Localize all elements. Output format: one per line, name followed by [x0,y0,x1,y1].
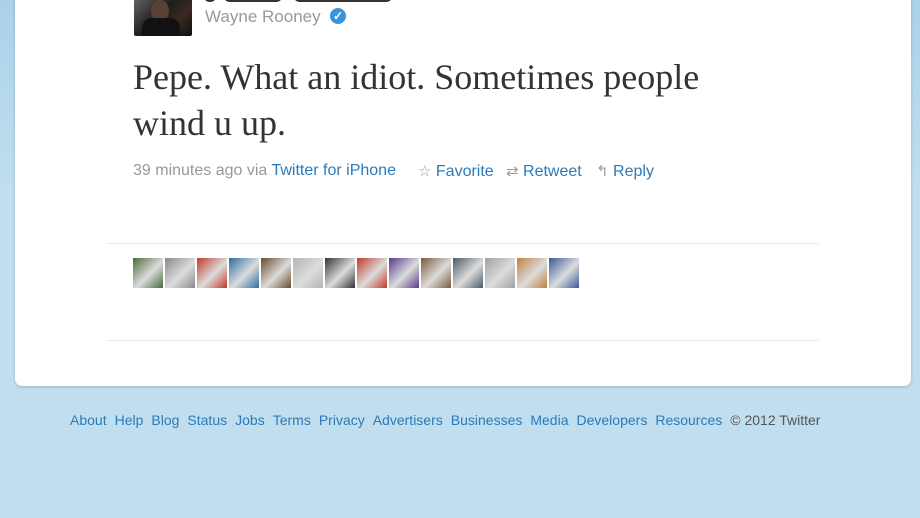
favoriter-avatar[interactable] [485,258,515,288]
favoriter-avatar[interactable] [325,258,355,288]
favoriter-avatar[interactable] [421,258,451,288]
tweet-text-line-1: Pepe. What an idiot. Sometimes people [133,57,700,97]
reply-icon: ↰ [596,163,609,180]
footer-link-status[interactable]: Status [187,412,227,428]
favoriter-avatar[interactable] [549,258,579,288]
retweet-label: Retweet [523,163,582,180]
favoriter-avatar[interactable] [197,258,227,288]
author-avatar[interactable] [134,0,192,36]
divider-top [107,243,818,244]
footer-link-advertisers[interactable]: Advertisers [373,412,443,428]
favorite-label: Favorite [435,163,494,180]
favoriter-avatar[interactable] [293,258,323,288]
verified-badge-icon: ✓ [330,8,346,24]
favoriter-avatar[interactable] [165,258,195,288]
reply-label: Reply [613,163,654,180]
footer-links: About Help Blog Status Jobs Terms Privacy Adver… [70,412,820,430]
footer-link-privacy[interactable]: Privacy [319,412,365,428]
author-name[interactable]: Wayne Rooney [205,7,321,27]
avatar-body [142,18,180,36]
footer-link-about[interactable]: About [70,412,107,428]
footer-link-help[interactable]: Help [115,412,144,428]
star-icon: ☆ [418,163,432,180]
footer-link-jobs[interactable]: Jobs [235,412,265,428]
favoriter-avatar[interactable] [389,258,419,288]
favoriter-avatar[interactable] [357,258,387,288]
footer-link-media[interactable]: Media [530,412,568,428]
favorite-button[interactable]: ☆ Favorite [418,162,494,181]
retweet-icon: ⇄ [506,163,519,180]
favoriter-avatar[interactable] [517,258,547,288]
tweet-text: Pepe. What an idiot. Sometimes people wi… [133,54,773,146]
tweet-meta: 39 minutes ago via Twitter for iPhone [133,162,396,182]
divider-bottom [107,340,818,341]
footer-link-developers[interactable]: Developers [577,412,648,428]
footer-link-terms[interactable]: Terms [273,412,311,428]
favoriter-avatar[interactable] [453,258,483,288]
reply-button[interactable]: ↰ Reply [596,162,654,181]
retweet-button[interactable]: ⇄ Retweet [506,162,582,181]
footer-copyright: © 2012 Twitter [730,412,821,428]
favoriter-avatar[interactable] [229,258,259,288]
timestamp-link[interactable]: 39 minutes ago [133,162,242,179]
favoriter-avatar[interactable] [261,258,291,288]
favoriter-avatar[interactable] [133,258,163,288]
footer-link-blog[interactable]: Blog [151,412,179,428]
footer-link-resources[interactable]: Resources [655,412,722,428]
footer-link-businesses[interactable]: Businesses [451,412,523,428]
via-label: via [246,162,268,179]
tweet-text-line-2: wind u up. [133,103,286,143]
screen-name-fragment [203,0,403,2]
source-link[interactable]: Twitter for iPhone [271,162,396,179]
